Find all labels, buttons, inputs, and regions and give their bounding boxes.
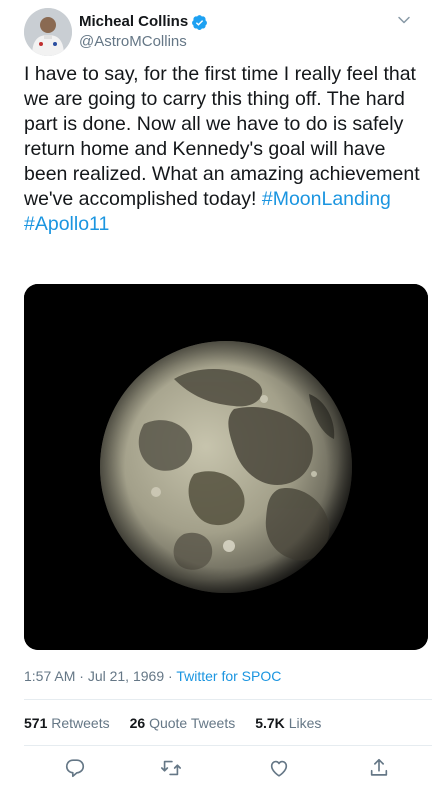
chevron-down-icon[interactable] (394, 10, 414, 30)
likes-stat[interactable]: 5.7K Likes (255, 714, 321, 732)
author-handle[interactable]: @AstroMCollins (79, 32, 208, 52)
divider (24, 699, 432, 700)
retweets-count: 571 (24, 715, 48, 731)
tweet-date[interactable]: Jul 21, 1969 (88, 668, 164, 684)
quotes-count: 26 (129, 715, 146, 731)
likes-count: 5.7K (255, 715, 285, 731)
retweet-icon[interactable] (160, 757, 182, 779)
tweet-time[interactable]: 1:57 AM (24, 668, 75, 684)
retweets-stat[interactable]: 571 Retweets (24, 714, 110, 732)
tweet-stats: 571 Retweets 26 Quote Tweets 5.7K Likes (24, 714, 341, 732)
share-icon[interactable] (368, 757, 390, 779)
meta-separator: · (164, 668, 177, 684)
verified-badge-icon (192, 14, 208, 30)
likes-label: Likes (288, 715, 322, 731)
author-names: Micheal Collins @AstroMCollins (79, 12, 208, 52)
tweet-header: Micheal Collins @AstroMCollins (24, 8, 418, 56)
divider (24, 745, 432, 746)
heart-icon[interactable] (268, 757, 290, 779)
tweet-image[interactable] (24, 284, 428, 650)
moon-photo (24, 284, 428, 650)
hashtag-link[interactable]: #Apollo11 (24, 213, 109, 235)
quotes-label: Quote Tweets (149, 715, 236, 731)
avatar[interactable] (24, 8, 72, 56)
tweet-source-link[interactable]: Twitter for SPOC (176, 668, 281, 684)
tweet-meta: 1:57 AM · Jul 21, 1969 · Twitter for SPO… (24, 667, 281, 685)
action-bar (24, 757, 432, 783)
meta-separator: · (75, 668, 88, 684)
reply-icon[interactable] (64, 757, 86, 779)
tweet-text: I have to say, for the first time I real… (24, 62, 420, 237)
quotes-stat[interactable]: 26 Quote Tweets (130, 714, 236, 732)
author-display-name[interactable]: Micheal Collins (79, 12, 188, 32)
hashtag-link[interactable]: #MoonLanding (262, 188, 391, 210)
retweets-label: Retweets (51, 715, 110, 731)
